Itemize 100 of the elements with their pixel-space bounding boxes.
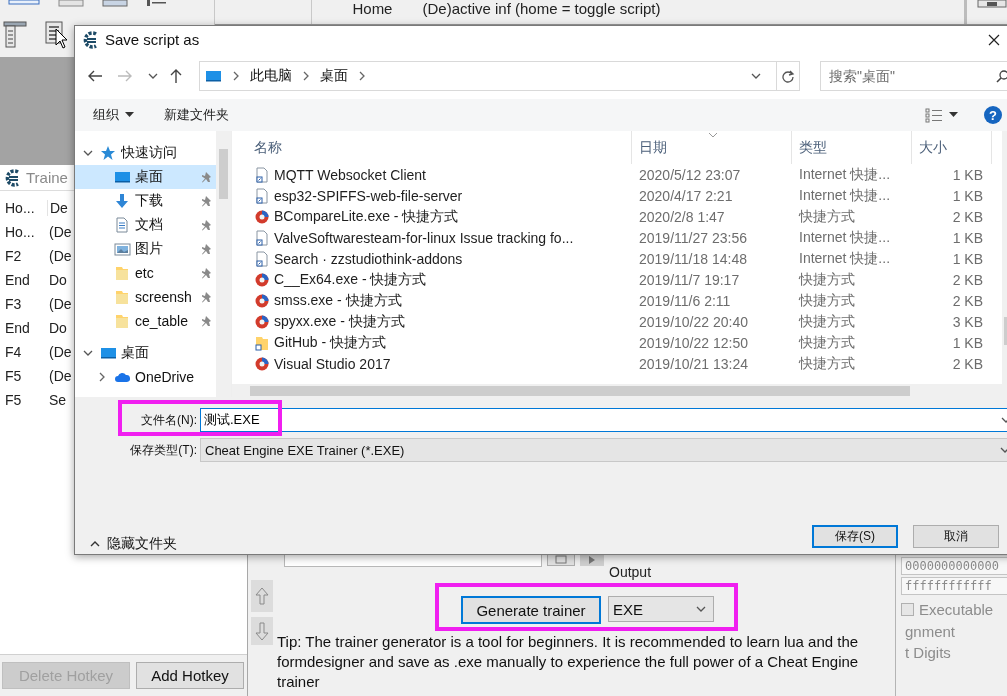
file-row[interactable]: spyxx.exe - 快捷方式 2019/10/22 20:40 快捷方式 3 KB <box>232 311 1007 332</box>
table-cell-text: 2019/11/7 19:17 <box>638 270 741 290</box>
tree-item[interactable]: 下载 <box>75 189 216 213</box>
table-cell-text: 2020/4/17 2:21 <box>638 186 734 206</box>
column-header[interactable]: Ho... <box>0 200 48 216</box>
table-cell-text: Internet 快捷... <box>798 185 892 205</box>
generate-trainer-button[interactable]: Generate trainer <box>461 596 601 624</box>
file-name-field[interactable]: 测试.EXE <box>200 408 1007 432</box>
output-dropdown[interactable]: EXE <box>608 596 714 622</box>
table-cell-text: (De <box>48 368 72 384</box>
table-cell-text: Internet 快捷... <box>798 248 892 268</box>
tree-item[interactable]: screensh <box>75 285 216 309</box>
table-cell-text: 2020/5/12 23:07 <box>638 165 742 185</box>
table-cell-text: 2 KB <box>951 291 984 311</box>
search-field[interactable]: 搜索"桌面" <box>820 61 1007 91</box>
field-label: gnment <box>904 623 957 640</box>
file-name: BCompareLite.exe - 快捷方式 <box>274 207 459 226</box>
hide-folders-toggle[interactable]: 隐藏文件夹 <box>89 535 177 553</box>
table-cell-text: End <box>4 320 31 336</box>
file-name: C__Ex64.exe - 快捷方式 <box>274 270 427 289</box>
help-button[interactable]: ? <box>984 106 1002 124</box>
tip-text: Tip: The trainer generator is a tool for beginners. It is recommended to learn lua and the formdesigner and save as .exe manually to experience the full power of a Cheat Engine trainer <box>277 632 860 692</box>
table-cell-text: Do <box>48 272 67 288</box>
tree-item[interactable]: 桌面 <box>75 165 216 189</box>
dialog-button[interactable]: 保存(S) <box>812 524 898 548</box>
file-row[interactable]: esp32-SPIFFS-web-file-server 2020/4/17 2:21 Internet 快捷... 1 KB <box>232 185 1007 206</box>
table-cell-text: Internet 快捷... <box>798 164 892 184</box>
table-cell-text: 1 KB <box>951 249 984 269</box>
table-cell-text: Do <box>48 320 67 336</box>
table-cell-text: (De <box>48 296 72 312</box>
checkbox-label: Executable <box>919 601 994 618</box>
table-cell-text: 1 KB <box>951 165 984 185</box>
dialog-title: Save script as <box>105 31 200 48</box>
file-row[interactable]: BCompareLite.exe - 快捷方式 2020/2/8 1:47 快捷方式 2 KB <box>232 206 1007 227</box>
table-cell-text: 2019/11/18 14:48 <box>638 249 748 269</box>
table-cell-text: 快捷方式 <box>797 332 856 352</box>
file-row[interactable]: GitHub - 快捷方式 2019/10/22 12:50 快捷方式 1 KB <box>232 332 1007 353</box>
table-cell-text: 快捷方式 <box>797 206 856 226</box>
tree-item[interactable]: etc <box>75 261 216 285</box>
table-cell-text: 快捷方式 <box>797 269 856 289</box>
table-cell: Home <box>352 0 393 17</box>
file-row[interactable]: Search · zzstudiothink-addons 2019/11/18 14:48 Internet 快捷... 1 KB <box>232 248 1007 269</box>
table-cell-text: 快捷方式 <box>797 311 856 331</box>
table-cell-text: Ho... <box>4 224 36 240</box>
column-header[interactable]: 类型 <box>792 131 912 164</box>
table-cell: (De)active inf (home = toggle script) <box>422 0 661 17</box>
breadcrumb[interactable]: 此电脑 <box>250 67 292 85</box>
file-name: smss.exe - 快捷方式 <box>274 291 402 310</box>
table-cell-text: 2019/10/21 13:24 <box>638 354 749 374</box>
output-label: Output <box>609 564 652 580</box>
tree-item[interactable]: 文档 <box>75 213 216 237</box>
field-label: 文件名(N): <box>140 411 198 429</box>
table-cell-text: 3 KB <box>951 312 984 332</box>
table-cell-text: (De <box>48 344 72 360</box>
file-type-dropdown[interactable]: Cheat Engine EXE Trainer (*.EXE) <box>200 438 1007 462</box>
new-folder-button[interactable]: 新建文件夹 <box>164 106 229 124</box>
address-bar[interactable]: 此电脑 桌面 <box>199 61 800 91</box>
breadcrumb[interactable]: 桌面 <box>320 67 348 85</box>
file-name: esp32-SPIFFS-web-file-server <box>274 187 463 204</box>
file-name: spyxx.exe - 快捷方式 <box>274 312 405 331</box>
table-cell-text: Internet 快捷... <box>798 227 892 247</box>
table-cell-text: 2 KB <box>951 354 984 374</box>
table-cell-text: 1 KB <box>951 333 984 353</box>
file-name: ValveSoftwaresteam-for-linux Issue tracking fo... <box>274 229 574 246</box>
table-cell-text: Se <box>48 392 67 408</box>
field-label: t Digits <box>904 644 952 661</box>
tree-item[interactable]: 图片 <box>75 237 216 261</box>
tree-item[interactable]: ce_table <box>75 309 216 333</box>
table-cell-text: 2019/11/6 2:11 <box>638 291 732 311</box>
organize-menu[interactable]: 组织 <box>93 106 134 124</box>
table-cell-text: 2019/10/22 12:50 <box>638 333 749 353</box>
table-cell-text: 2 KB <box>951 270 984 290</box>
table-cell-text: 快捷方式 <box>797 353 856 373</box>
table-cell-text: F3 <box>4 296 23 312</box>
file-name: Search · zzstudiothink-addons <box>274 250 463 267</box>
file-name: GitHub - 快捷方式 <box>274 333 386 352</box>
file-row[interactable]: C__Ex64.exe - 快捷方式 2019/11/7 19:17 快捷方式 2 KB <box>232 269 1007 290</box>
column-header[interactable]: 大小 <box>912 131 992 164</box>
column-header[interactable]: De <box>48 200 68 216</box>
hotkey-button[interactable]: Add Hotkey <box>136 662 244 689</box>
file-row[interactable]: ValveSoftwaresteam-for-linux Issue tracking fo... 2019/11/27 23:56 Internet 快捷... 1 KB <box>232 227 1007 248</box>
column-header[interactable]: 名称 <box>232 131 632 164</box>
tree-item[interactable]: 桌面 <box>75 341 216 365</box>
dialog-button[interactable]: 取消 <box>913 524 999 548</box>
file-row[interactable]: Visual Studio 2017 2019/10/21 13:24 快捷方式 2 KB <box>232 353 1007 374</box>
table-cell-text: 2 KB <box>951 207 984 227</box>
file-row[interactable]: MQTT Websocket Client 2020/5/12 23:07 Internet 快捷... 1 KB <box>232 164 1007 185</box>
field-label: 保存类型(T): <box>129 441 198 459</box>
tree-item[interactable]: OneDrive <box>75 365 216 389</box>
table-cell-text: (De <box>48 248 72 264</box>
tree-item[interactable]: 快速访问 <box>75 141 216 165</box>
table-cell-text: 2019/11/27 23:56 <box>638 228 748 248</box>
window-title: Traine <box>26 169 68 186</box>
table-cell-text: F5 <box>4 368 23 384</box>
table-cell-text: 1 KB <box>951 186 984 206</box>
table-cell-text: F5 <box>4 392 23 408</box>
file-name: MQTT Websocket Client <box>274 166 426 183</box>
table-cell-text: 2020/2/8 1:47 <box>638 207 726 227</box>
file-row[interactable]: smss.exe - 快捷方式 2019/11/6 2:11 快捷方式 2 KB <box>232 290 1007 311</box>
column-header[interactable]: 日期 <box>632 131 792 164</box>
